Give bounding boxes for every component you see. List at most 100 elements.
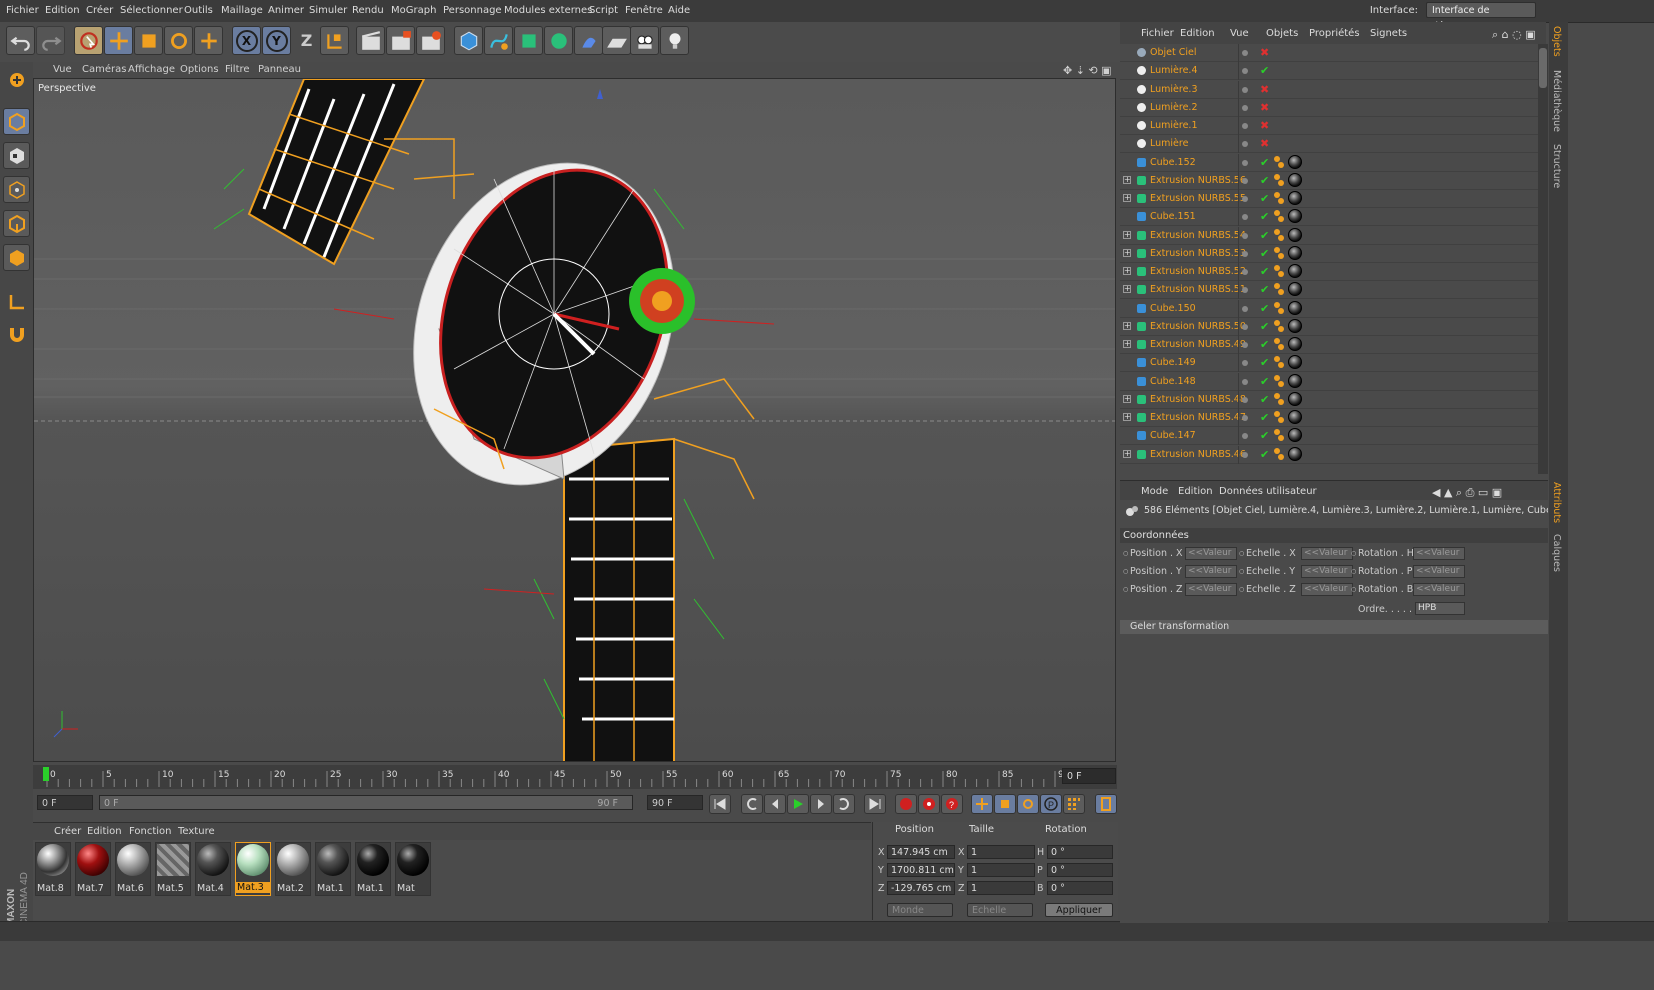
tag-dot-icon[interactable]	[1274, 447, 1280, 454]
layer-dot-icon[interactable]	[1242, 250, 1248, 257]
object-row[interactable]: Lumière.3 ✖	[1120, 80, 1538, 99]
om-menu-fichier[interactable]: Fichier	[1141, 28, 1174, 39]
enabled-check-icon[interactable]: ✔	[1260, 229, 1269, 242]
material-menu-texture[interactable]: Texture	[178, 826, 215, 837]
menu-script[interactable]: Script	[589, 5, 618, 16]
layer-dot-icon[interactable]	[1242, 214, 1248, 221]
transform-tool-icon[interactable]	[194, 26, 223, 55]
texture-tag-icon[interactable]	[1288, 428, 1302, 443]
edges-mode-icon[interactable]	[3, 210, 30, 237]
animation-dot-icon[interactable]: ○	[1351, 550, 1356, 557]
enabled-check-icon[interactable]: ✔	[1260, 302, 1269, 315]
preview-range-slider[interactable]: 0 F 90 F	[99, 795, 633, 810]
object-row[interactable]: Cube.150 ✔	[1120, 299, 1538, 318]
key-scale-icon[interactable]	[994, 794, 1016, 814]
texture-tag-icon[interactable]	[1288, 300, 1302, 315]
tag-dot-icon[interactable]	[1274, 301, 1280, 308]
object-row[interactable]: Objet Ciel ✖	[1120, 44, 1538, 62]
key-pla-icon[interactable]	[1063, 794, 1085, 814]
timeline-ruler[interactable]: 051015202530354045505560657075808590	[33, 765, 1117, 789]
object-name[interactable]: Extrusion NURBS.47	[1150, 412, 1246, 423]
tab-attributs[interactable]: Attributs	[1551, 482, 1562, 523]
material-swatch[interactable]: Mat.4	[195, 842, 231, 896]
menu-aide[interactable]: Aide	[668, 5, 690, 16]
enabled-check-icon[interactable]: ✔	[1260, 448, 1269, 461]
menu-fichier[interactable]: Fichier	[6, 5, 39, 16]
om-menu-objets[interactable]: Objets	[1266, 28, 1298, 39]
animation-dot-icon[interactable]: ○	[1239, 568, 1244, 575]
material-swatch[interactable]: Mat.1	[355, 842, 391, 896]
object-row[interactable]: + Extrusion NURBS.54 ✔	[1120, 226, 1538, 245]
object-row[interactable]: Cube.147 ✔	[1120, 427, 1538, 446]
tag-dot-icon[interactable]	[1274, 338, 1280, 344]
material-swatch[interactable]: Mat.7	[75, 842, 111, 896]
object-name[interactable]: Lumière.4	[1150, 65, 1198, 76]
object-name[interactable]: Cube.148	[1150, 376, 1196, 387]
object-list-scroll-thumb[interactable]	[1539, 48, 1547, 88]
tag-dot-icon[interactable]	[1274, 155, 1280, 162]
tag-dot-icon[interactable]	[1278, 417, 1284, 423]
expand-toggle-icon[interactable]: +	[1123, 194, 1131, 202]
texture-tag-icon[interactable]	[1288, 209, 1302, 224]
tab-mediatheque[interactable]: Médiathèque	[1551, 70, 1562, 132]
expand-toggle-icon[interactable]: +	[1123, 230, 1131, 239]
rotation-h-field[interactable]: 0 °	[1047, 845, 1113, 859]
expand-toggle-icon[interactable]: +	[1123, 340, 1131, 348]
previous-frame-icon[interactable]	[764, 794, 786, 814]
tag-dot-icon[interactable]	[1274, 265, 1280, 271]
layer-dot-icon[interactable]	[1242, 305, 1248, 312]
undo-icon[interactable]	[6, 26, 35, 55]
make-editable-icon[interactable]	[3, 66, 30, 93]
layer-dot-icon[interactable]	[1242, 68, 1248, 75]
interface-select[interactable]: Interface de démarrage	[1426, 2, 1536, 32]
texture-tag-icon[interactable]	[1288, 410, 1302, 424]
workplane-icon[interactable]	[3, 288, 30, 315]
object-name[interactable]: Extrusion NURBS.48	[1150, 394, 1246, 405]
object-name[interactable]: Lumière	[1150, 138, 1188, 149]
attribute-value-field[interactable]: <<Valeur	[1301, 565, 1353, 578]
attr-menu-mode[interactable]: Mode	[1141, 486, 1168, 497]
texture-tag-icon[interactable]	[1288, 264, 1302, 278]
menu-simuler[interactable]: Simuler	[309, 5, 347, 16]
tab-objets[interactable]: Objets	[1551, 26, 1562, 57]
object-row[interactable]: Lumière.4 ✔	[1120, 62, 1538, 81]
menu-creer[interactable]: Créer	[86, 5, 113, 16]
menu-maillage[interactable]: Maillage	[221, 5, 263, 16]
size-z-field[interactable]: 1	[967, 881, 1035, 895]
enabled-check-icon[interactable]: ✔	[1260, 356, 1269, 369]
layer-dot-icon[interactable]	[1242, 50, 1248, 56]
expand-toggle-icon[interactable]: +	[1123, 248, 1131, 257]
tag-dot-icon[interactable]	[1278, 307, 1284, 314]
key-rotation-icon[interactable]	[1017, 794, 1039, 814]
tag-dot-icon[interactable]	[1278, 198, 1284, 204]
object-row[interactable]: Cube.151 ✔	[1120, 208, 1538, 227]
play-icon[interactable]	[787, 794, 809, 814]
animation-dot-icon[interactable]: ○	[1123, 550, 1128, 557]
keyframe-selection-icon[interactable]: ?	[941, 794, 963, 814]
viewport-menu-cameras[interactable]: Caméras	[82, 64, 126, 75]
coordinates-section-header[interactable]: Coordonnées	[1120, 528, 1548, 543]
disabled-x-icon[interactable]: ✖	[1260, 137, 1269, 150]
enabled-check-icon[interactable]: ✔	[1260, 411, 1269, 424]
previous-key-icon[interactable]	[741, 794, 763, 814]
layer-dot-icon[interactable]	[1242, 232, 1248, 239]
texture-tag-icon[interactable]	[1288, 355, 1302, 370]
attribute-value-field[interactable]: <<Valeur	[1185, 547, 1237, 560]
om-menu-vue[interactable]: Vue	[1230, 28, 1249, 39]
texture-tag-icon[interactable]	[1288, 245, 1302, 260]
layer-dot-icon[interactable]	[1242, 433, 1248, 440]
tag-dot-icon[interactable]	[1274, 246, 1280, 253]
tag-dot-icon[interactable]	[1278, 216, 1284, 223]
expand-toggle-icon[interactable]: +	[1123, 449, 1131, 458]
tag-dot-icon[interactable]	[1274, 374, 1280, 381]
render-picture-viewer-icon[interactable]	[386, 26, 415, 55]
material-swatch[interactable]: Mat.8	[35, 842, 71, 896]
position-y-field[interactable]: 1700.811 cm	[887, 863, 955, 877]
object-row[interactable]: Lumière ✖	[1120, 135, 1538, 154]
tag-dot-icon[interactable]	[1278, 398, 1284, 405]
enabled-check-icon[interactable]: ✔	[1260, 320, 1269, 333]
tag-dot-icon[interactable]	[1274, 392, 1280, 399]
next-key-icon[interactable]	[833, 794, 855, 814]
object-name[interactable]: Cube.150	[1150, 303, 1196, 314]
size-mode-select[interactable]: Echelle	[967, 903, 1033, 917]
